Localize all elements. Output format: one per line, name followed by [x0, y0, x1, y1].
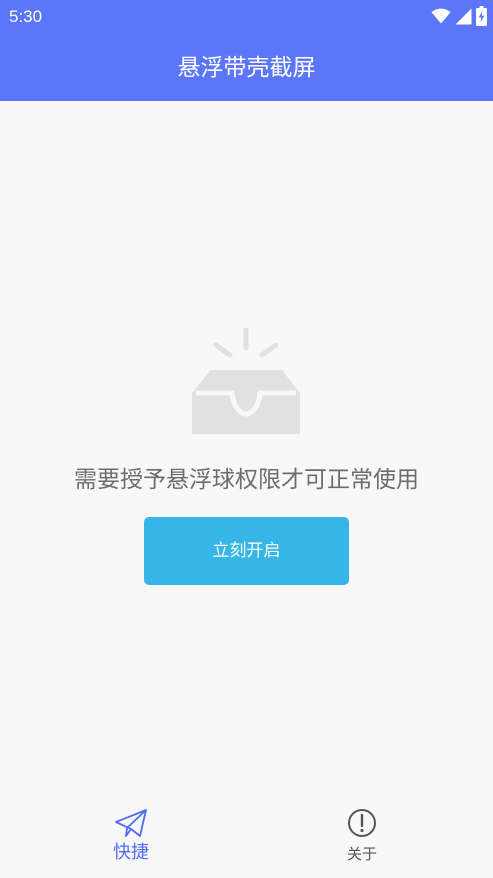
nav-label-about: 关于 — [346, 845, 377, 863]
empty-inbox-icon — [190, 326, 303, 442]
info-circle-icon — [347, 808, 377, 842]
nav-item-quick[interactable]: 快捷 — [61, 798, 201, 878]
nav-label-quick: 快捷 — [113, 842, 149, 863]
enable-now-button[interactable]: 立刻开启 — [144, 517, 349, 585]
wifi-icon — [431, 8, 451, 24]
permission-message: 需要授予悬浮球权限才可正常使用 — [74, 467, 419, 493]
paper-plane-icon — [114, 808, 148, 842]
nav-item-about[interactable]: 关于 — [292, 798, 432, 878]
status-icons — [431, 5, 487, 27]
status-time: 5:30 — [9, 7, 43, 26]
battery-charging-icon — [476, 6, 487, 26]
app-bar: 5:30 悬浮带壳截屏 — [0, 0, 493, 101]
page-title: 悬浮带壳截屏 — [177, 55, 316, 81]
bottom-nav: 快捷 关于 — [0, 798, 493, 878]
signal-icon — [455, 8, 472, 25]
